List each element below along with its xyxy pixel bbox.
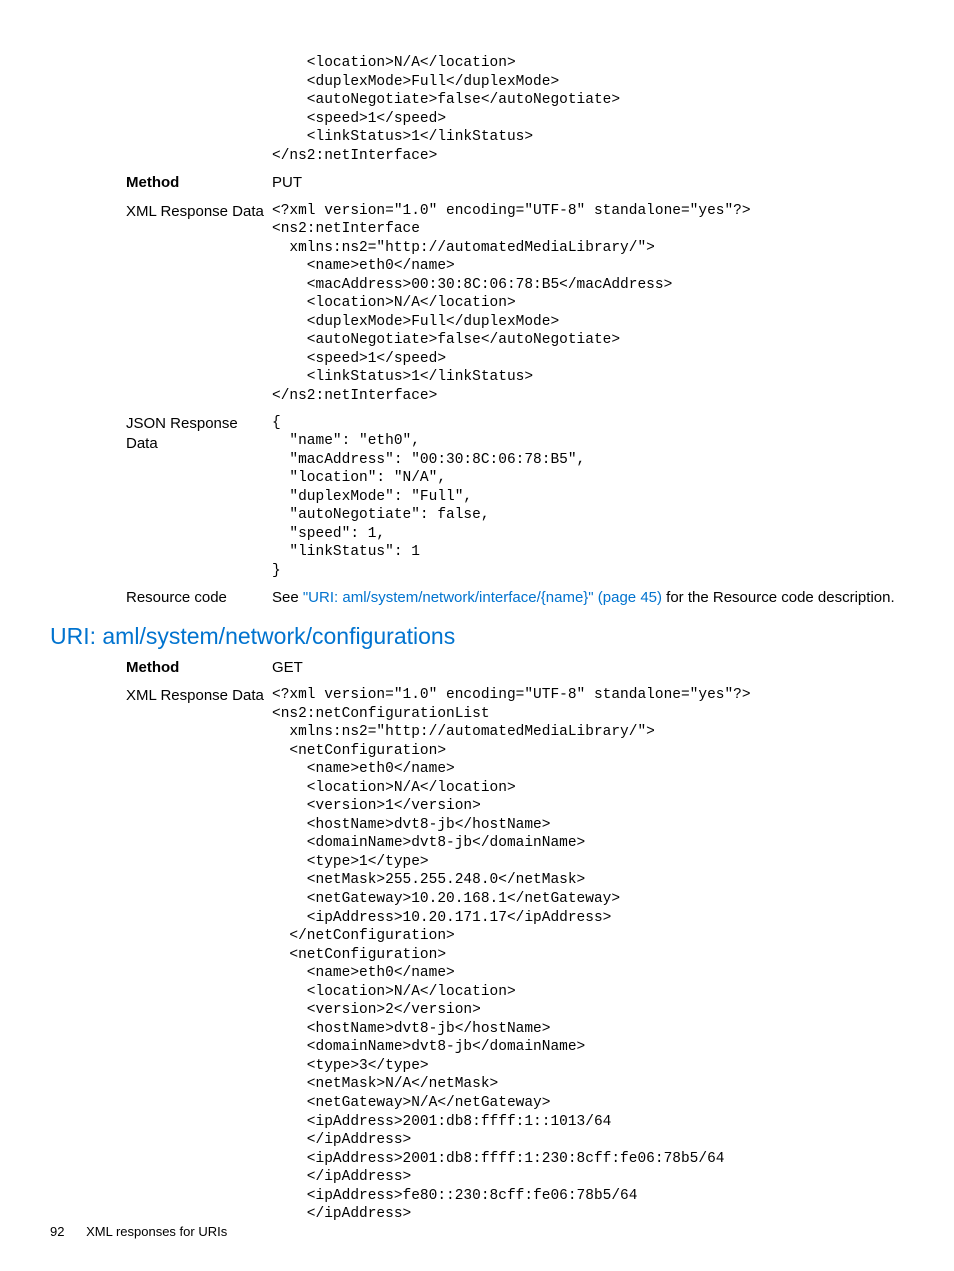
resource-suffix: for the Resource code description.: [662, 589, 895, 606]
page-footer: 92 XML responses for URIs: [50, 1224, 227, 1239]
xml-response-code-1: <?xml version="1.0" encoding="UTF-8" sta…: [272, 202, 904, 406]
resource-code-label: Resource code: [50, 588, 272, 608]
continuation-xml-code: <location>N/A</location> <duplexMode>Ful…: [272, 54, 904, 165]
resource-link[interactable]: "URI: aml/system/network/interface/{name…: [303, 589, 662, 606]
resource-prefix: See: [272, 589, 303, 606]
method-value-1: PUT: [272, 173, 904, 193]
resource-code-text: See "URI: aml/system/network/interface/{…: [272, 588, 904, 608]
method-label-1: Method: [50, 173, 272, 193]
json-response-code: { "name": "eth0", "macAddress": "00:30:8…: [272, 414, 904, 581]
page-number: 92: [50, 1224, 64, 1239]
xml-response-label-2: XML Response Data: [50, 686, 272, 706]
xml-response-label-1: XML Response Data: [50, 202, 272, 222]
footer-title: XML responses for URIs: [86, 1224, 227, 1239]
json-response-label: JSON Response Data: [50, 414, 272, 455]
xml-response-code-2: <?xml version="1.0" encoding="UTF-8" sta…: [272, 686, 904, 1224]
method-value-2: GET: [272, 658, 904, 678]
method-label-2: Method: [50, 658, 272, 678]
section-heading-configurations: URI: aml/system/network/configurations: [50, 623, 904, 650]
